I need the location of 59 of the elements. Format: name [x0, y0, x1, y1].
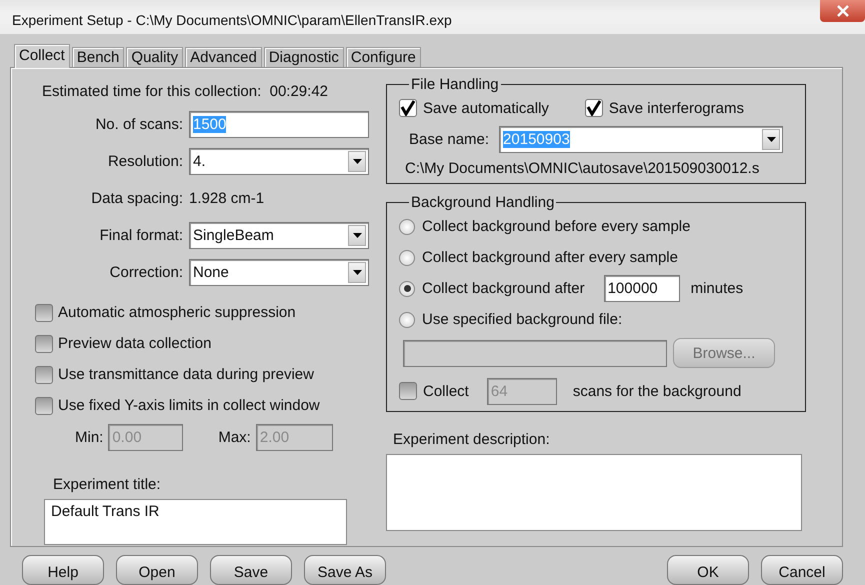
checkbox-label: Use fixed Y-axis limits in collect window	[58, 397, 320, 414]
field-label: Final format:	[98, 227, 184, 244]
dialog-button[interactable]: Save As	[304, 555, 386, 585]
checkbox[interactable]	[35, 304, 53, 322]
field-label: Resolution:	[106, 153, 184, 170]
tab[interactable]: Quality	[126, 47, 184, 67]
radio-label: Use specified background file:	[422, 311, 622, 328]
group-title: Background Handling	[410, 194, 556, 211]
checkbox-label: Collect	[423, 382, 469, 400]
estimated-time-text: Estimated time for this collection: 00:29:42	[41, 82, 328, 100]
field-label: Correction:	[108, 264, 184, 281]
checkbox-label: Preview data collection	[58, 335, 212, 352]
tab[interactable]: Bench	[72, 47, 124, 67]
field-label: Experiment title:	[53, 476, 161, 493]
field-label: Experiment description:	[393, 431, 550, 448]
group-title: File Handling	[410, 76, 500, 93]
checkbox-label: Save interferograms	[608, 100, 744, 116]
checkbox[interactable]	[35, 334, 53, 352]
close-icon	[836, 5, 850, 17]
dialog-button[interactable]: OK	[667, 555, 749, 585]
correction-dropdown[interactable]: None	[189, 259, 369, 286]
dialog-button[interactable]: Open	[116, 555, 198, 585]
field-label: scans for the background	[572, 382, 742, 400]
radio-label: Collect background after	[422, 280, 585, 297]
checkbox[interactable]	[35, 366, 53, 384]
field-label: Max:	[218, 428, 251, 446]
experiment-title-input[interactable]: Default Trans IR	[44, 499, 347, 545]
field-label: No. of scans:	[94, 116, 184, 133]
data-spacing-value: 1.928 cm-1	[189, 190, 264, 207]
radio-button[interactable]	[399, 250, 415, 266]
checkbox[interactable]	[584, 99, 603, 117]
dialog-button[interactable]: Help	[22, 555, 104, 585]
radio-button[interactable]	[399, 218, 415, 234]
final-format-dropdown[interactable]: SingleBeam	[189, 222, 369, 249]
path-text: C:\My Documents\OMNIC\autosave\201509030012.s	[405, 160, 760, 176]
radio-button[interactable]	[399, 312, 415, 328]
tab[interactable]: Advanced	[185, 47, 262, 67]
field-label: Min:	[75, 428, 104, 446]
radio-button[interactable]	[399, 280, 415, 296]
radio-label: Collect background after every sample	[422, 249, 678, 266]
dialog-button[interactable]: Save	[210, 555, 292, 585]
resolution-dropdown[interactable]: 4.	[189, 148, 369, 175]
field-label: Data spacing:	[90, 190, 184, 207]
tab[interactable]: Configure	[346, 47, 421, 67]
tab[interactable]: Collect	[14, 44, 70, 68]
checkbox[interactable]	[399, 99, 417, 117]
interval-input[interactable]: 100000	[604, 275, 680, 302]
checkbox-label: Use transmittance data during preview	[58, 366, 314, 383]
dialog-button[interactable]: Cancel	[761, 555, 843, 585]
radio-label: Collect background before every sample	[422, 218, 690, 235]
checkbox-label: Automatic atmospheric suppression	[58, 304, 296, 321]
window-title: Experiment Setup - C:\My Documents\OMNIC\param\EllenTransIR.exp	[12, 12, 452, 28]
tab[interactable]: Diagnostic	[264, 47, 344, 67]
unit-label: minutes	[690, 280, 744, 297]
checkbox[interactable]	[35, 396, 53, 414]
experiment-description-input[interactable]	[386, 454, 802, 531]
checkbox-label: Save automatically	[423, 100, 549, 116]
close-button[interactable]	[820, 0, 865, 22]
field-label: Base name:	[409, 130, 490, 148]
